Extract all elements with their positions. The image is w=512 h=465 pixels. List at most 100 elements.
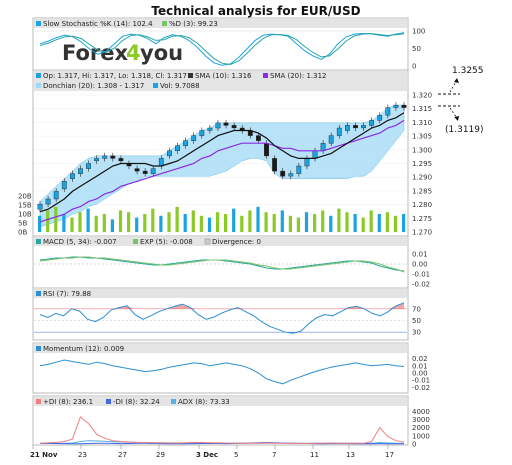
- candle-body: [134, 168, 140, 172]
- candle-body: [86, 163, 91, 169]
- volume-bar: [207, 217, 212, 232]
- candle-body: [102, 155, 108, 159]
- volume-tick: 15B: [18, 202, 32, 210]
- volume-bar: [402, 214, 406, 232]
- annotation-upper: 1.3255: [452, 66, 484, 76]
- legend-divergence: Divergence: 0: [212, 238, 261, 246]
- annotation-lower: (1.3119): [445, 125, 484, 135]
- candle-body: [231, 125, 237, 129]
- candle-body: [264, 142, 269, 157]
- macd-tick: -0.01: [412, 271, 430, 279]
- volume-bar: [329, 215, 333, 232]
- candle-body: [158, 158, 164, 167]
- price-tick: 1.280: [412, 201, 432, 209]
- legend-macd: MACD (5, 34): -0.007: [43, 238, 117, 246]
- volume-bar: [321, 210, 325, 232]
- volume-bar: [248, 210, 252, 232]
- rsi-tick: 50: [412, 317, 421, 325]
- volume-bar: [296, 217, 300, 232]
- candle-body: [296, 165, 302, 174]
- momentum-tick: -0.02: [412, 384, 430, 392]
- volume-bar: [216, 212, 220, 232]
- legend-stoch-d: %D (3): 99.23: [169, 20, 218, 28]
- svg-text:4: 4: [126, 41, 141, 65]
- sma10-swatch: [188, 73, 193, 78]
- candle-body: [320, 142, 326, 151]
- volume-bar: [70, 217, 74, 232]
- x-axis-label: 13: [346, 451, 355, 459]
- candle-body: [312, 150, 318, 159]
- dmi-tick: 0: [412, 441, 416, 449]
- volume-bar: [224, 214, 228, 232]
- volume-tick: 5B: [18, 220, 27, 228]
- volume-bar: [199, 215, 203, 232]
- volume-bar: [46, 210, 50, 232]
- donchian-swatch: [36, 83, 41, 88]
- candle-body: [175, 145, 180, 151]
- x-axis-label: 27: [118, 451, 127, 459]
- rsi-tick: 70: [412, 305, 421, 313]
- stoch-tick: 50: [412, 45, 421, 53]
- macd-swatch: [36, 239, 41, 244]
- volume-bar: [143, 214, 147, 232]
- chart-canvas: Slow Stochastic %K (14): 102.4 %D (3): 9…: [18, 17, 484, 459]
- volume-bar: [345, 212, 349, 232]
- dmi-tick: 1000: [412, 432, 430, 440]
- volume-bar: [353, 214, 357, 232]
- candle-body: [77, 168, 83, 174]
- volume-bar: [110, 219, 114, 232]
- legend-donchian: Donchian (20): 1.308 - 1.317: [43, 82, 144, 90]
- volume-bar: [38, 215, 42, 232]
- candle-body: [361, 125, 366, 129]
- candle-body: [272, 158, 277, 172]
- candle-body: [183, 140, 188, 146]
- dmi-tick: 3000: [412, 416, 430, 424]
- candle-body: [53, 191, 59, 200]
- exp-swatch: [133, 239, 138, 244]
- volume-bar: [272, 214, 276, 232]
- volume-bar: [393, 215, 398, 232]
- candle-body: [215, 122, 221, 129]
- candle-body: [353, 125, 358, 129]
- volume-bar: [256, 206, 260, 232]
- stoch-tick: 100: [412, 28, 425, 36]
- volume-bar: [86, 208, 90, 232]
- price-tick: 1.320: [412, 92, 432, 100]
- price-tick: 1.310: [412, 119, 432, 127]
- candle-body: [69, 173, 75, 179]
- price-tick: 1.305: [412, 133, 432, 141]
- candle-body: [166, 150, 172, 157]
- volume-bar: [167, 212, 171, 232]
- candle-body: [150, 168, 156, 174]
- legend-sma20: SMA (20): 1.312: [270, 72, 327, 80]
- x-axis-label: 29: [156, 451, 165, 459]
- candle-body: [328, 135, 334, 144]
- volume-bar: [151, 208, 155, 232]
- vol-swatch: [153, 83, 158, 88]
- x-axis-label: 17: [385, 451, 394, 459]
- volume-bar: [361, 217, 365, 232]
- macd-tick: -0.02: [412, 281, 430, 289]
- macd-tick: 0.00: [412, 261, 428, 269]
- x-axis-label: 23: [78, 451, 87, 459]
- volume-tick: 20B: [18, 193, 32, 201]
- candle-body: [191, 135, 197, 141]
- legend-sma10: SMA (10): 1.316: [195, 72, 252, 80]
- candle-body: [393, 104, 399, 108]
- momentum-swatch: [36, 346, 41, 351]
- candle-body: [45, 198, 51, 205]
- legend-stoch-k: Slow Stochastic %K (14): 102.4: [43, 20, 153, 28]
- candle-body: [304, 158, 310, 167]
- volume-bar: [264, 212, 268, 232]
- price-tick: 1.285: [412, 187, 432, 195]
- volume-bar: [78, 212, 82, 232]
- volume-tick: 0B: [18, 229, 27, 237]
- volume-bar: [54, 206, 58, 232]
- di-minus-swatch: [106, 399, 111, 404]
- candle-body: [223, 122, 229, 126]
- candle-body: [377, 115, 383, 121]
- legend-vol: Vol: 9.7088: [160, 82, 200, 90]
- legend-momentum: Momentum (12): 0.009: [43, 345, 124, 353]
- x-axis-label: 3 Dec: [196, 451, 218, 459]
- candle-body: [385, 107, 391, 116]
